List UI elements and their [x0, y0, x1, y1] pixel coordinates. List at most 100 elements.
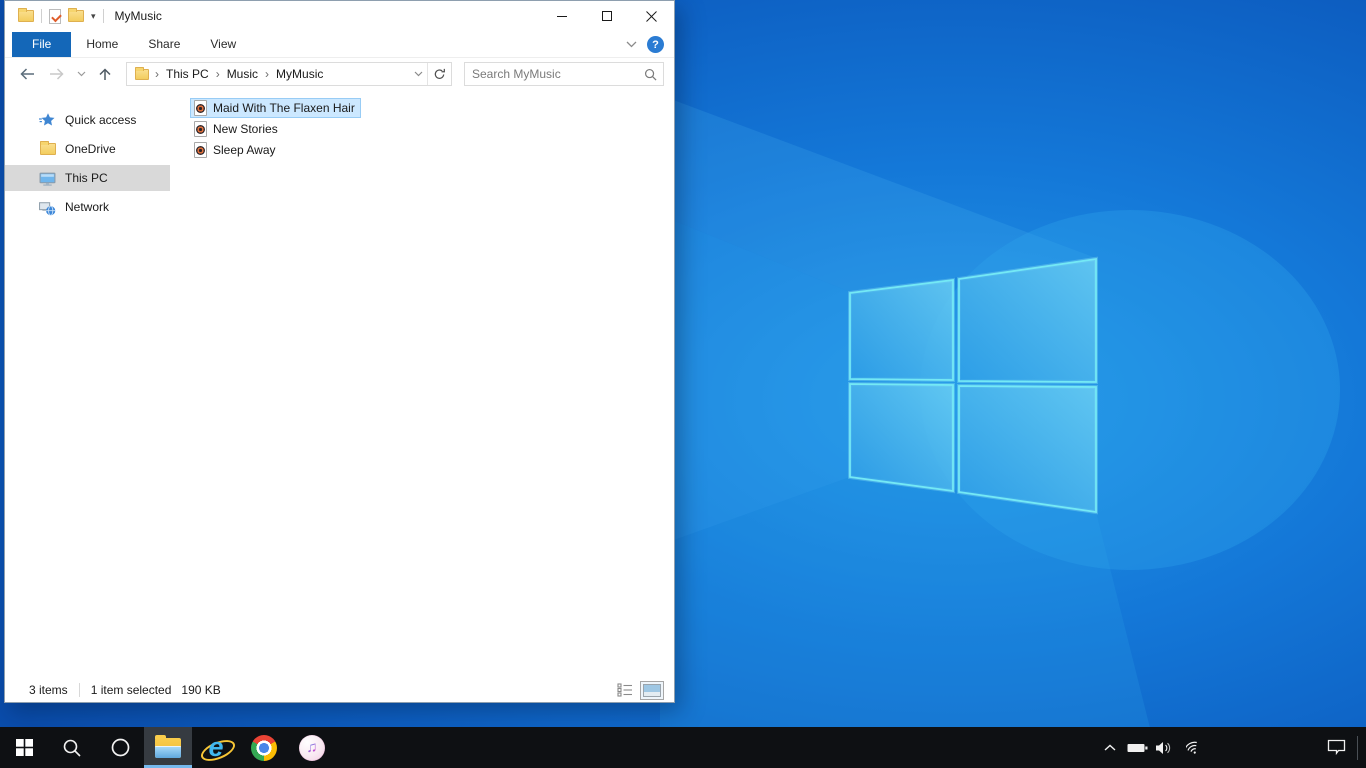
breadcrumb-separator: ›: [265, 67, 270, 81]
breadcrumb-separator: ›: [155, 67, 159, 81]
hidden-icons-button[interactable]: [1097, 727, 1123, 768]
new-folder-icon[interactable]: [68, 8, 84, 22]
file-item-sleep-away[interactable]: Sleep Away: [190, 140, 282, 160]
back-button[interactable]: [19, 67, 36, 81]
breadcrumb-this-pc[interactable]: This PC: [161, 67, 214, 81]
refresh-button[interactable]: [427, 63, 451, 85]
quick-access-star-icon: [39, 112, 56, 129]
wifi-button[interactable]: [1179, 727, 1211, 768]
breadcrumb-music[interactable]: Music: [222, 67, 263, 81]
address-bar: › This PC › Music › MyMusic: [5, 58, 674, 90]
file-list: Maid With The Flaxen Hair New Stories Sl…: [170, 90, 674, 678]
forward-button[interactable]: [48, 67, 65, 81]
details-view-button[interactable]: [614, 680, 636, 700]
chevron-down-icon: [77, 71, 86, 77]
sidebar-item-this-pc[interactable]: This PC: [5, 165, 170, 191]
qat-separator: [102, 9, 104, 23]
sidebar-item-label: This PC: [65, 171, 108, 185]
tab-share[interactable]: Share: [133, 32, 195, 57]
cortana-button[interactable]: [96, 727, 144, 768]
volume-button[interactable]: [1151, 727, 1179, 768]
onedrive-folder-icon: [39, 141, 56, 158]
cortana-circle-icon: [111, 738, 129, 757]
sidebar-item-label: Quick access: [65, 113, 137, 127]
computer-icon: [39, 170, 56, 187]
music-file-icon: [194, 142, 207, 158]
refresh-icon: [434, 68, 445, 79]
action-center-icon: [1327, 739, 1345, 756]
show-desktop-button[interactable]: [1358, 727, 1366, 768]
sidebar-item-network[interactable]: Network: [5, 194, 170, 220]
expand-ribbon-chevron-icon[interactable]: [626, 41, 637, 48]
up-arrow-icon: [99, 67, 111, 80]
details-view-icon: [617, 683, 632, 697]
navigation-pane: Quick access OneDrive This PC Network: [5, 90, 170, 678]
wifi-icon: [1185, 741, 1197, 754]
address-box[interactable]: › This PC › Music › MyMusic: [126, 62, 452, 86]
battery-status-button[interactable]: [1123, 727, 1151, 768]
breadcrumb-mymusic[interactable]: MyMusic: [271, 67, 328, 81]
sidebar-item-onedrive[interactable]: OneDrive: [5, 136, 170, 162]
file-explorer-window: ▾ MyMusic File Home Share View ? › This …: [4, 0, 675, 703]
battery-icon: [1127, 743, 1147, 752]
file-explorer-icon: [155, 734, 181, 758]
search-input[interactable]: [465, 67, 637, 81]
chevron-down-icon: [414, 71, 422, 77]
back-arrow-icon: [20, 68, 34, 80]
tab-file[interactable]: File: [12, 32, 72, 57]
taskbar-file-explorer-button[interactable]: [144, 727, 192, 768]
taskbar-internet-explorer-button[interactable]: e: [192, 727, 240, 768]
window-folder-icon[interactable]: [18, 8, 34, 22]
status-selection-size: 190 KB: [181, 683, 221, 697]
help-button[interactable]: ?: [647, 36, 664, 53]
address-dropdown-button[interactable]: [409, 63, 427, 85]
status-selection: 1 item selected: [90, 683, 172, 697]
music-file-icon: [194, 100, 207, 116]
file-item-new-stories[interactable]: New Stories: [190, 119, 284, 139]
minimize-button[interactable]: [539, 1, 584, 31]
sidebar-item-label: OneDrive: [65, 142, 116, 156]
window-controls: [539, 1, 674, 31]
breadcrumb: › This PC › Music › MyMusic: [127, 63, 409, 85]
close-button[interactable]: [629, 1, 674, 31]
status-bar: 3 items 1 item selected 190 KB: [5, 678, 674, 702]
itunes-icon: ♫: [299, 734, 325, 761]
recent-locations-button[interactable]: [77, 71, 86, 77]
music-file-icon: [194, 121, 207, 137]
network-icon: [39, 199, 56, 216]
chevron-up-icon: [1104, 744, 1116, 751]
large-icons-view-button[interactable]: [640, 680, 664, 700]
properties-icon[interactable]: [49, 8, 61, 24]
search-icon: [63, 739, 81, 757]
system-tray: [1097, 727, 1366, 768]
file-name: Sleep Away: [213, 143, 276, 157]
qat-customize-caret-icon[interactable]: ▾: [91, 11, 96, 21]
tab-home[interactable]: Home: [71, 32, 133, 57]
tab-view[interactable]: View: [195, 32, 251, 57]
file-name: Maid With The Flaxen Hair: [213, 101, 355, 115]
maximize-button[interactable]: [584, 1, 629, 31]
explorer-body: Quick access OneDrive This PC Network Ma…: [5, 90, 674, 678]
file-name: New Stories: [213, 122, 278, 136]
qat-separator: [41, 9, 42, 23]
file-item-maid-with-the-flaxen-hair[interactable]: Maid With The Flaxen Hair: [190, 98, 361, 118]
search-icon[interactable]: [637, 68, 663, 81]
up-button[interactable]: [98, 67, 112, 82]
search-box: [464, 62, 664, 86]
start-button[interactable]: [0, 727, 48, 768]
title-bar[interactable]: ▾ MyMusic: [5, 1, 674, 31]
close-icon: [646, 10, 657, 22]
address-folder-icon[interactable]: [135, 66, 149, 80]
action-center-button[interactable]: [1315, 727, 1357, 768]
minimize-icon: [556, 16, 567, 17]
ribbon-tab-bar: File Home Share View ?: [5, 31, 674, 58]
sidebar-item-quick-access[interactable]: Quick access: [5, 107, 170, 133]
taskbar-chrome-button[interactable]: [240, 727, 288, 768]
forward-arrow-icon: [50, 68, 64, 80]
maximize-icon: [601, 11, 612, 21]
status-separator: [78, 683, 80, 697]
taskbar-itunes-button[interactable]: ♫: [288, 727, 336, 768]
status-item-count: 3 items: [29, 683, 68, 697]
taskbar-search-button[interactable]: [48, 727, 96, 768]
chrome-icon: [251, 734, 277, 761]
